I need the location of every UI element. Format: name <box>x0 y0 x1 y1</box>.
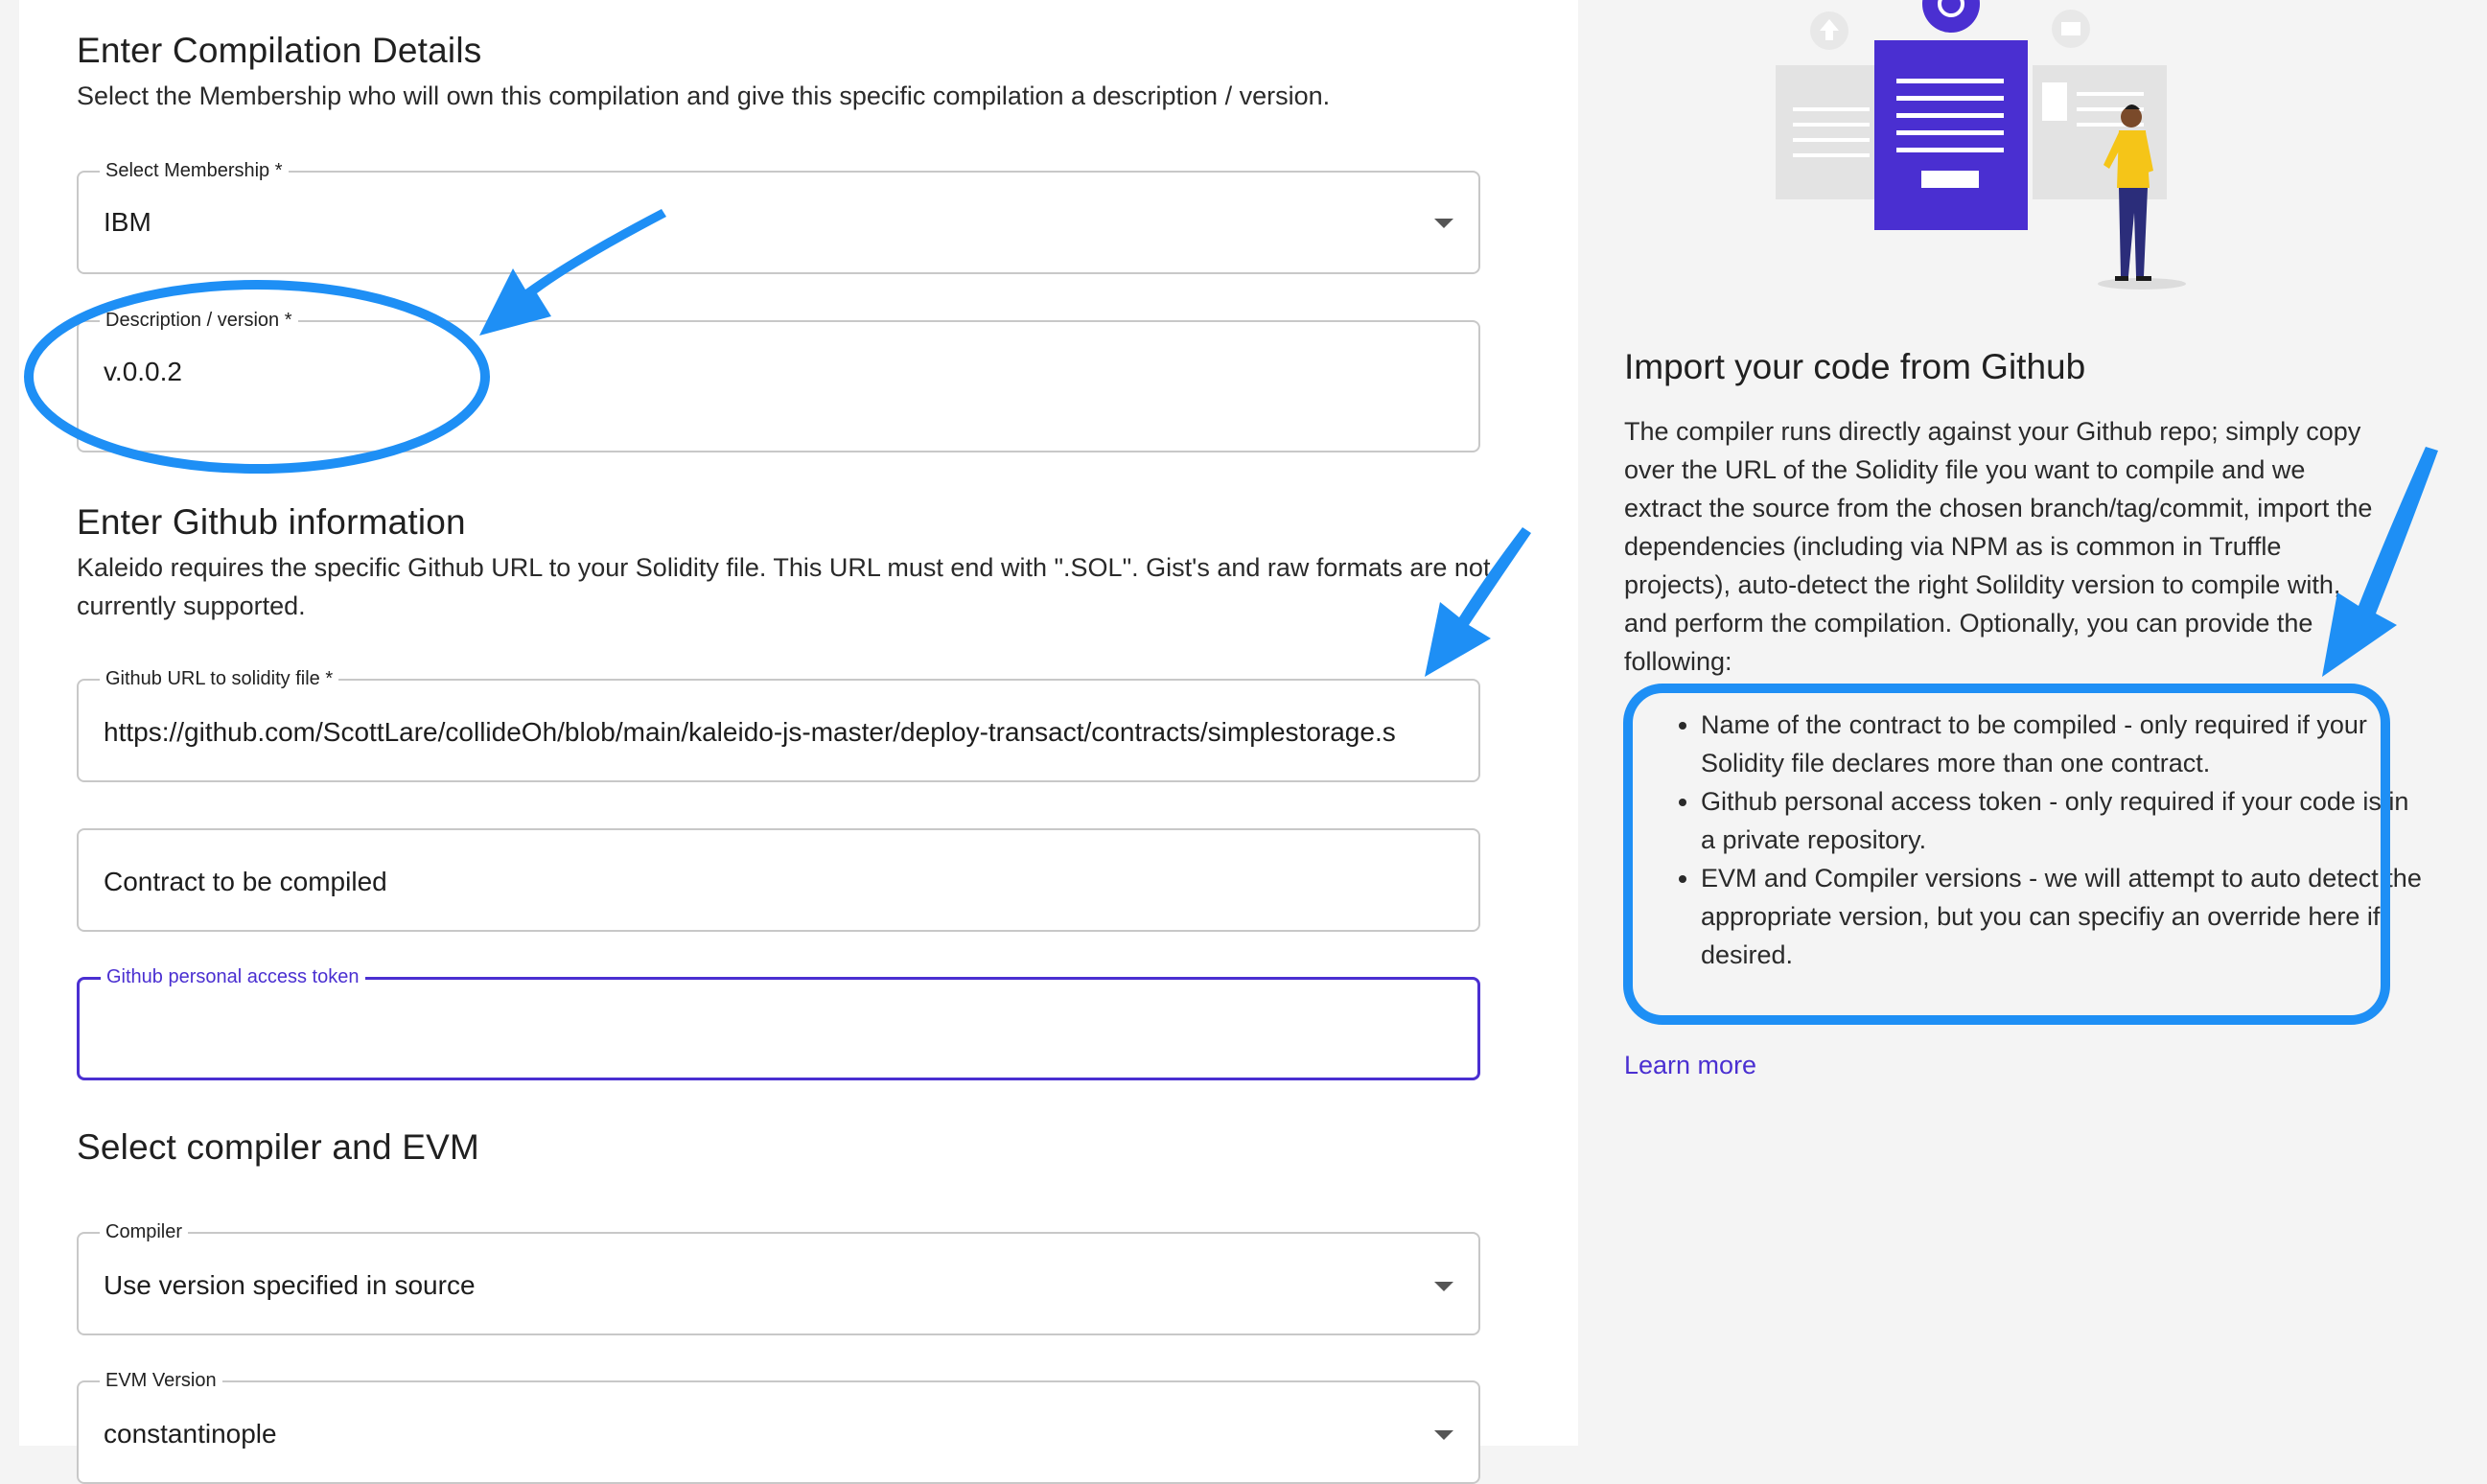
import-options-list: Name of the contract to be compiled - on… <box>1624 706 2429 974</box>
compilation-details-title: Enter Compilation Details <box>77 31 482 70</box>
learn-more-link[interactable]: Learn more <box>1624 1051 1756 1080</box>
github-token-label: Github personal access token <box>101 965 365 988</box>
github-url-input[interactable]: Github URL to solidity file * https://gi… <box>77 667 1480 782</box>
compiler-evm-title: Select compiler and EVM <box>77 1127 480 1167</box>
description-version-value: v.0.0.2 <box>104 357 182 386</box>
evm-version-select[interactable]: EVM Version constantinople <box>77 1369 1480 1484</box>
membership-select-value: IBM <box>104 207 151 237</box>
contract-name-input[interactable]: Contract to be compiled <box>77 828 1480 932</box>
membership-select[interactable]: Select Membership * IBM <box>77 159 1480 274</box>
chevron-down-icon <box>1434 219 1453 228</box>
contract-name-placeholder: Contract to be compiled <box>104 867 387 896</box>
chevron-down-icon <box>1434 1282 1453 1291</box>
membership-select-label: Select Membership * <box>100 159 289 182</box>
evm-version-value: constantinople <box>104 1419 277 1449</box>
description-version-input[interactable]: Description / version * v.0.0.2 <box>77 309 1480 452</box>
import-info-description: The compiler runs directly against your … <box>1624 417 2373 676</box>
list-item: EVM and Compiler versions - we will atte… <box>1701 859 2429 974</box>
github-url-label: Github URL to solidity file * <box>100 667 339 690</box>
list-item: Github personal access token - only requ… <box>1701 782 2429 859</box>
evm-version-label: EVM Version <box>100 1369 222 1392</box>
github-token-input[interactable]: Github personal access token <box>77 965 1480 1080</box>
list-item: Name of the contract to be compiled - on… <box>1701 706 2429 782</box>
compiler-select-label: Compiler <box>100 1220 189 1243</box>
github-info-description: Kaleido requires the specific Github URL… <box>77 553 1491 620</box>
compiler-select-value: Use version specified in source <box>104 1270 476 1300</box>
chevron-down-icon <box>1434 1430 1453 1440</box>
import-info-title: Import your code from Github <box>1624 347 2086 386</box>
github-import-illustration <box>1776 0 2186 290</box>
compiler-select[interactable]: Compiler Use version specified in source <box>77 1220 1480 1335</box>
description-version-label: Description / version * <box>100 309 298 332</box>
compilation-details-description: Select the Membership who will own this … <box>77 81 1331 110</box>
github-info-title: Enter Github information <box>77 502 466 542</box>
left-gutter <box>0 0 19 1446</box>
github-url-value: https://github.com/ScottLare/collideOh/b… <box>104 717 1396 747</box>
